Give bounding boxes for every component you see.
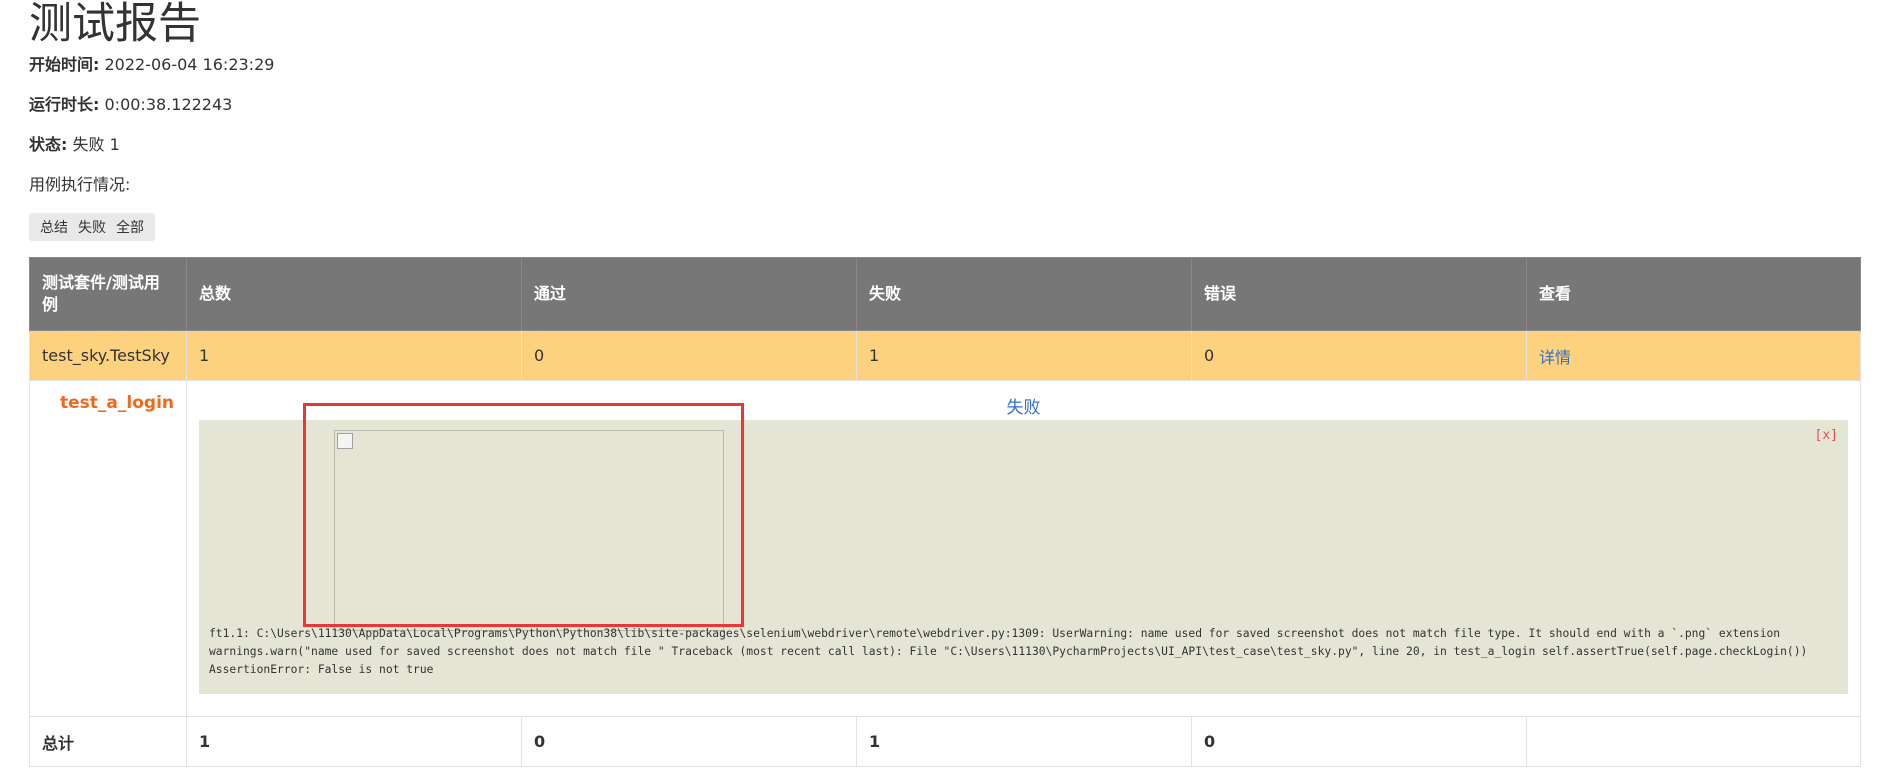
- execution-label: 用例执行情况:: [29, 175, 131, 194]
- filter-button-group: 总结 失败 全部: [29, 213, 155, 241]
- total-pass: 0: [521, 716, 857, 767]
- case-row: test_a_login 失败 [x] ft1.1: C:\Users\1113…: [29, 380, 1861, 717]
- table-header-row: 测试套件/测试用例 总数 通过 失败 错误 查看: [29, 257, 1861, 331]
- duration-label: 运行时长:: [29, 95, 100, 114]
- total-view-empty: [1526, 716, 1861, 767]
- header-total: 总数: [186, 257, 522, 331]
- failure-popup: [x] ft1.1: C:\Users\11130\AppData\Local\…: [199, 420, 1848, 694]
- case-name: test_a_login: [29, 380, 187, 717]
- status-value: 失败 1: [72, 135, 120, 154]
- header-view: 查看: [1526, 257, 1861, 331]
- total-row: 总计 1 0 1 0: [29, 716, 1861, 767]
- close-popup-button[interactable]: [x]: [1815, 428, 1838, 443]
- header-fail: 失败: [856, 257, 1192, 331]
- total-error: 0: [1191, 716, 1527, 767]
- page-title: 测试报告: [29, 0, 201, 49]
- total-count: 1: [186, 716, 522, 767]
- case-detail-cell: 失败 [x] ft1.1: C:\Users\11130\AppData\Loc…: [186, 380, 1861, 717]
- header-suite: 测试套件/测试用例: [29, 257, 187, 331]
- header-pass: 通过: [521, 257, 857, 331]
- details-link[interactable]: 详情: [1539, 348, 1571, 367]
- start-time-label: 开始时间:: [29, 55, 100, 74]
- total-fail: 1: [856, 716, 1192, 767]
- total-label: 总计: [29, 716, 187, 767]
- duration: 运行时长: 0:00:38.122243: [29, 94, 232, 116]
- header-error: 错误: [1191, 257, 1527, 331]
- suite-error: 0: [1191, 330, 1527, 381]
- start-time-value: 2022-06-04 16:23:29: [104, 55, 275, 74]
- suite-row: test_sky.TestSky 1 0 1 0 详情: [29, 330, 1861, 381]
- suite-fail: 1: [856, 330, 1192, 381]
- failure-log: ft1.1: C:\Users\11130\AppData\Local\Prog…: [209, 627, 1815, 676]
- case-status-link[interactable]: 失败: [199, 393, 1848, 418]
- filter-all-button[interactable]: 全部: [111, 217, 149, 237]
- filter-summary-button[interactable]: 总结: [35, 217, 73, 237]
- status-label: 状态:: [29, 135, 68, 154]
- screenshot-image[interactable]: [334, 430, 724, 631]
- broken-image-icon: [337, 433, 353, 449]
- suite-view-cell: 详情: [1526, 330, 1861, 381]
- duration-value: 0:00:38.122243: [104, 95, 233, 114]
- start-time: 开始时间: 2022-06-04 16:23:29: [29, 54, 274, 76]
- suite-name: test_sky.TestSky: [29, 330, 187, 381]
- result-table: 测试套件/测试用例 总数 通过 失败 错误 查看 test_sky.TestSk…: [29, 257, 1861, 767]
- suite-pass: 0: [521, 330, 857, 381]
- filter-failed-button[interactable]: 失败: [73, 217, 111, 237]
- suite-total: 1: [186, 330, 522, 381]
- status: 状态: 失败 1: [29, 134, 120, 156]
